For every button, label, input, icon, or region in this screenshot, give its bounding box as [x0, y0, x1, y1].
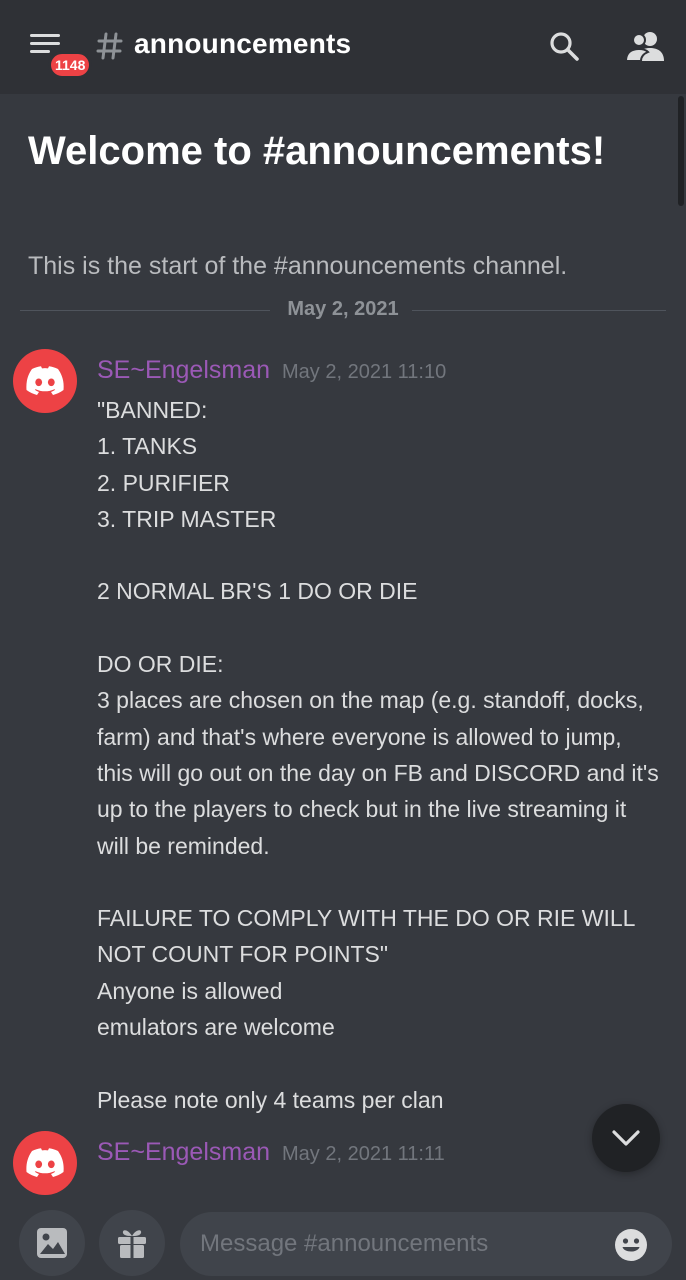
gift-button[interactable] — [99, 1210, 165, 1276]
emoji-icon[interactable] — [614, 1228, 648, 1262]
unread-badge: 1148 — [48, 51, 93, 79]
scrollbar[interactable] — [678, 96, 684, 206]
message-line — [97, 864, 672, 900]
message-line: 3. TRIP MASTER — [97, 505, 277, 532]
message-line: Anyone is allowed — [97, 977, 283, 1004]
welcome-title: Welcome to #announcements! — [28, 129, 606, 173]
message-line: "BANNED: — [97, 397, 208, 423]
menu-button[interactable]: 1148 — [30, 34, 93, 79]
message-line: 2 NORMAL BR'S 1 DO OR DIE — [97, 578, 418, 605]
channel-header: 1148 announcements — [0, 0, 686, 94]
jump-to-latest-button[interactable] — [592, 1104, 660, 1172]
avatar[interactable] — [13, 1131, 77, 1195]
image-icon — [37, 1228, 67, 1258]
gift-icon — [118, 1230, 146, 1258]
message-author[interactable]: SE~Engelsman — [97, 356, 270, 385]
message-line: this will go out on the day on FB and DI… — [97, 759, 659, 786]
avatar[interactable] — [13, 349, 77, 413]
message-input[interactable] — [180, 1212, 672, 1276]
message-line: NOT COUNT FOR POINTS" — [97, 941, 388, 968]
message-line — [97, 610, 672, 646]
message-content: "BANNED: 1. TANKS 2. PURIFIER 3. TRIP MA… — [97, 392, 672, 1118]
discord-logo-icon — [26, 1148, 64, 1177]
message-line: up to the players to check but in the li… — [97, 796, 627, 823]
message-author[interactable]: SE~Engelsman — [97, 1138, 270, 1167]
chevron-down-icon — [612, 1130, 640, 1146]
attach-image-button[interactable] — [19, 1210, 85, 1276]
message-line: 1. TANKS — [97, 433, 198, 460]
message-line: Please note only 4 teams per clan — [97, 1086, 444, 1113]
members-icon[interactable] — [626, 30, 664, 62]
message-line: 3 places are chosen on the map (e.g. sta… — [97, 687, 644, 714]
date-divider-label: May 2, 2021 — [287, 298, 399, 320]
channel-title: announcements — [134, 28, 352, 59]
message-line: will be reminded. — [97, 832, 270, 859]
message-line: DO OR DIE: — [97, 651, 224, 678]
message-line: emulators are welcome — [97, 1014, 335, 1041]
welcome-subtitle: This is the start of the #announcements … — [28, 252, 568, 280]
message-line: FAILURE TO COMPLY WITH THE DO OR RIE WIL… — [97, 905, 636, 932]
message-timestamp: May 2, 2021 11:10 — [282, 361, 447, 383]
message-line — [97, 1045, 672, 1081]
hash-icon — [96, 32, 123, 60]
message-line: farm) and that's where everyone is allow… — [97, 723, 622, 750]
message-line — [97, 537, 672, 573]
composer-bar — [0, 1198, 686, 1280]
date-divider: May 2, 2021 — [20, 296, 666, 326]
message-timestamp: May 2, 2021 11:11 — [282, 1143, 445, 1165]
discord-logo-icon — [26, 366, 64, 395]
search-icon[interactable] — [548, 30, 580, 62]
message-line: 2. PURIFIER — [97, 469, 230, 496]
